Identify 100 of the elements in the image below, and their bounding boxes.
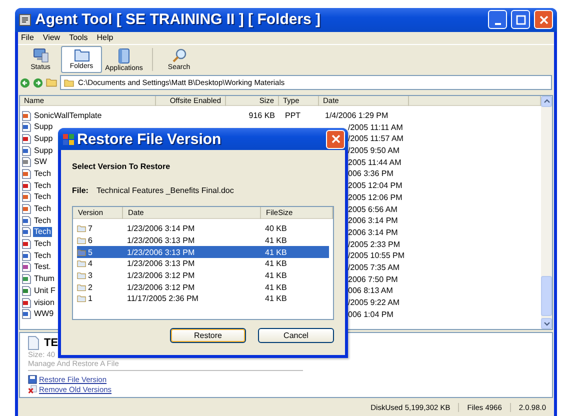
file-name[interactable]: Tech <box>33 227 52 238</box>
dialog-title: Restore File Version <box>77 130 222 148</box>
file-name[interactable]: Tech <box>33 180 52 191</box>
menu-item[interactable]: Help <box>96 33 114 42</box>
version-size: 41 KB <box>265 271 287 280</box>
file-name[interactable]: Test. <box>33 262 52 272</box>
dialog-button[interactable]: Restore <box>170 328 246 343</box>
version-row[interactable]: 4 1/23/2006 3:13 PM 41 KB <box>77 258 329 270</box>
file-icon <box>22 262 31 272</box>
file-name[interactable]: Tech <box>33 168 52 179</box>
delete-icon <box>28 384 37 394</box>
version-number: 4 <box>88 259 92 268</box>
file-date: 2005 6:56 AM <box>347 204 398 214</box>
file-icon <box>22 309 31 320</box>
file-icon <box>22 168 31 179</box>
dialog-button[interactable]: Cancel <box>258 328 334 343</box>
file-name[interactable]: Tech <box>33 250 52 261</box>
chevron-down-icon <box>544 322 550 326</box>
file-icon <box>22 239 31 250</box>
version-size: 41 KB <box>265 248 287 257</box>
version-row[interactable]: 6 1/23/2006 3:13 PM 41 KB <box>77 234 329 246</box>
file-icon <box>22 122 31 132</box>
file-name[interactable]: Tech <box>33 216 52 226</box>
computer-icon <box>32 48 48 63</box>
file-icon <box>22 192 31 202</box>
app-icon <box>19 14 31 26</box>
version-row[interactable]: 2 1/23/2006 3:12 PM 41 KB <box>77 281 329 294</box>
file-name[interactable]: SonicWallTemplate <box>33 110 103 120</box>
file-icon <box>22 146 31 156</box>
maximize-icon <box>516 14 526 25</box>
file-name[interactable]: Supp <box>33 122 54 132</box>
file-date: 2005 11:44 AM <box>347 158 402 167</box>
file-date: /2005 10:55 PM <box>347 251 404 260</box>
file-size: 916 KB <box>248 111 276 120</box>
document-icon <box>28 336 39 350</box>
minimize-button[interactable] <box>488 10 507 30</box>
file-icon <box>22 110 31 120</box>
version-number: 2 <box>88 282 92 292</box>
file-name[interactable]: WW9 <box>33 309 55 320</box>
scroll-down-button[interactable] <box>541 318 552 330</box>
file-name[interactable]: Supp <box>33 134 54 144</box>
version-row[interactable]: 5 1/23/2006 3:13 PM 41 KB <box>77 246 329 258</box>
version-row[interactable]: 1 11/17/2005 2:36 PM 41 KB <box>77 293 329 305</box>
folder-icon <box>74 48 90 62</box>
file-date: 006 1:04 PM <box>347 310 394 319</box>
window-title: Agent Tool [ SE TRAINING II ] [ Folders ] <box>35 11 322 28</box>
close-icon <box>538 14 548 25</box>
version-date: 1/23/2006 3:13 PM <box>127 248 195 257</box>
dialog-heading: Select Version To Restore <box>72 162 172 171</box>
version-row[interactable]: 7 1/23/2006 3:14 PM 40 KB <box>77 223 329 235</box>
file-date: 006 8:13 AM <box>347 286 393 296</box>
close-icon <box>330 134 340 144</box>
file-date: /2005 2:33 PM <box>347 240 400 249</box>
file-date: /2005 7:35 AM <box>347 262 400 272</box>
file-date: /2005 11:11 AM <box>347 122 403 132</box>
file-name[interactable]: Thum <box>33 274 56 284</box>
folder-icon <box>64 78 74 87</box>
file-icon <box>22 274 31 284</box>
file-icon <box>22 180 31 191</box>
file-name[interactable]: Tech <box>33 239 52 250</box>
version-row[interactable]: 3 1/23/2006 3:12 PM 41 KB <box>77 270 329 282</box>
file-type: PPT <box>284 111 301 120</box>
version-number: 6 <box>88 236 92 246</box>
version-number: 1 <box>88 294 92 304</box>
file-icon <box>22 157 31 168</box>
version-date: 11/17/2005 2:36 PM <box>127 294 198 304</box>
folder-up-icon <box>46 78 57 88</box>
book-icon <box>117 48 131 64</box>
version-date: 1/23/2006 3:12 PM <box>127 271 195 280</box>
file-date: 2005 12:04 PM <box>347 181 402 190</box>
back-icon[interactable] <box>20 78 30 88</box>
file-date: 2006 7:50 PM <box>347 274 398 284</box>
close-button[interactable] <box>326 130 345 148</box>
version-size: 41 KB <box>265 259 287 268</box>
file-date: 1/4/2006 1:29 PM <box>324 111 388 120</box>
file-name[interactable]: SW <box>33 157 48 168</box>
file-name[interactable]: Tech <box>33 192 52 202</box>
file-date: 2005 12:06 PM <box>347 192 402 202</box>
file-name[interactable]: Tech <box>33 204 52 214</box>
file-title: TE <box>44 337 58 350</box>
file-name[interactable]: vision <box>33 298 56 308</box>
version-number: 7 <box>88 224 92 234</box>
menu-item[interactable]: File <box>21 33 34 42</box>
forward-icon[interactable] <box>33 78 43 88</box>
app-icon <box>63 134 74 144</box>
scroll-thumb[interactable] <box>541 276 552 316</box>
version-size: 41 KB <box>265 282 287 292</box>
menu-item[interactable]: Tools <box>69 33 88 42</box>
version-size: 41 KB <box>265 294 287 304</box>
file-name[interactable]: Unit F <box>33 286 56 296</box>
file-icon <box>22 250 31 261</box>
menu-item[interactable]: View <box>42 33 60 42</box>
scroll-up-button[interactable] <box>541 96 552 107</box>
maximize-button[interactable] <box>511 10 530 30</box>
file-name[interactable]: Supp <box>33 146 54 156</box>
file-icon <box>22 286 31 296</box>
close-button[interactable] <box>534 10 553 30</box>
file-icon <box>22 298 31 308</box>
file-date: /2005 9:22 AM <box>347 298 400 307</box>
file-date: 2006 3:14 PM <box>347 228 398 237</box>
